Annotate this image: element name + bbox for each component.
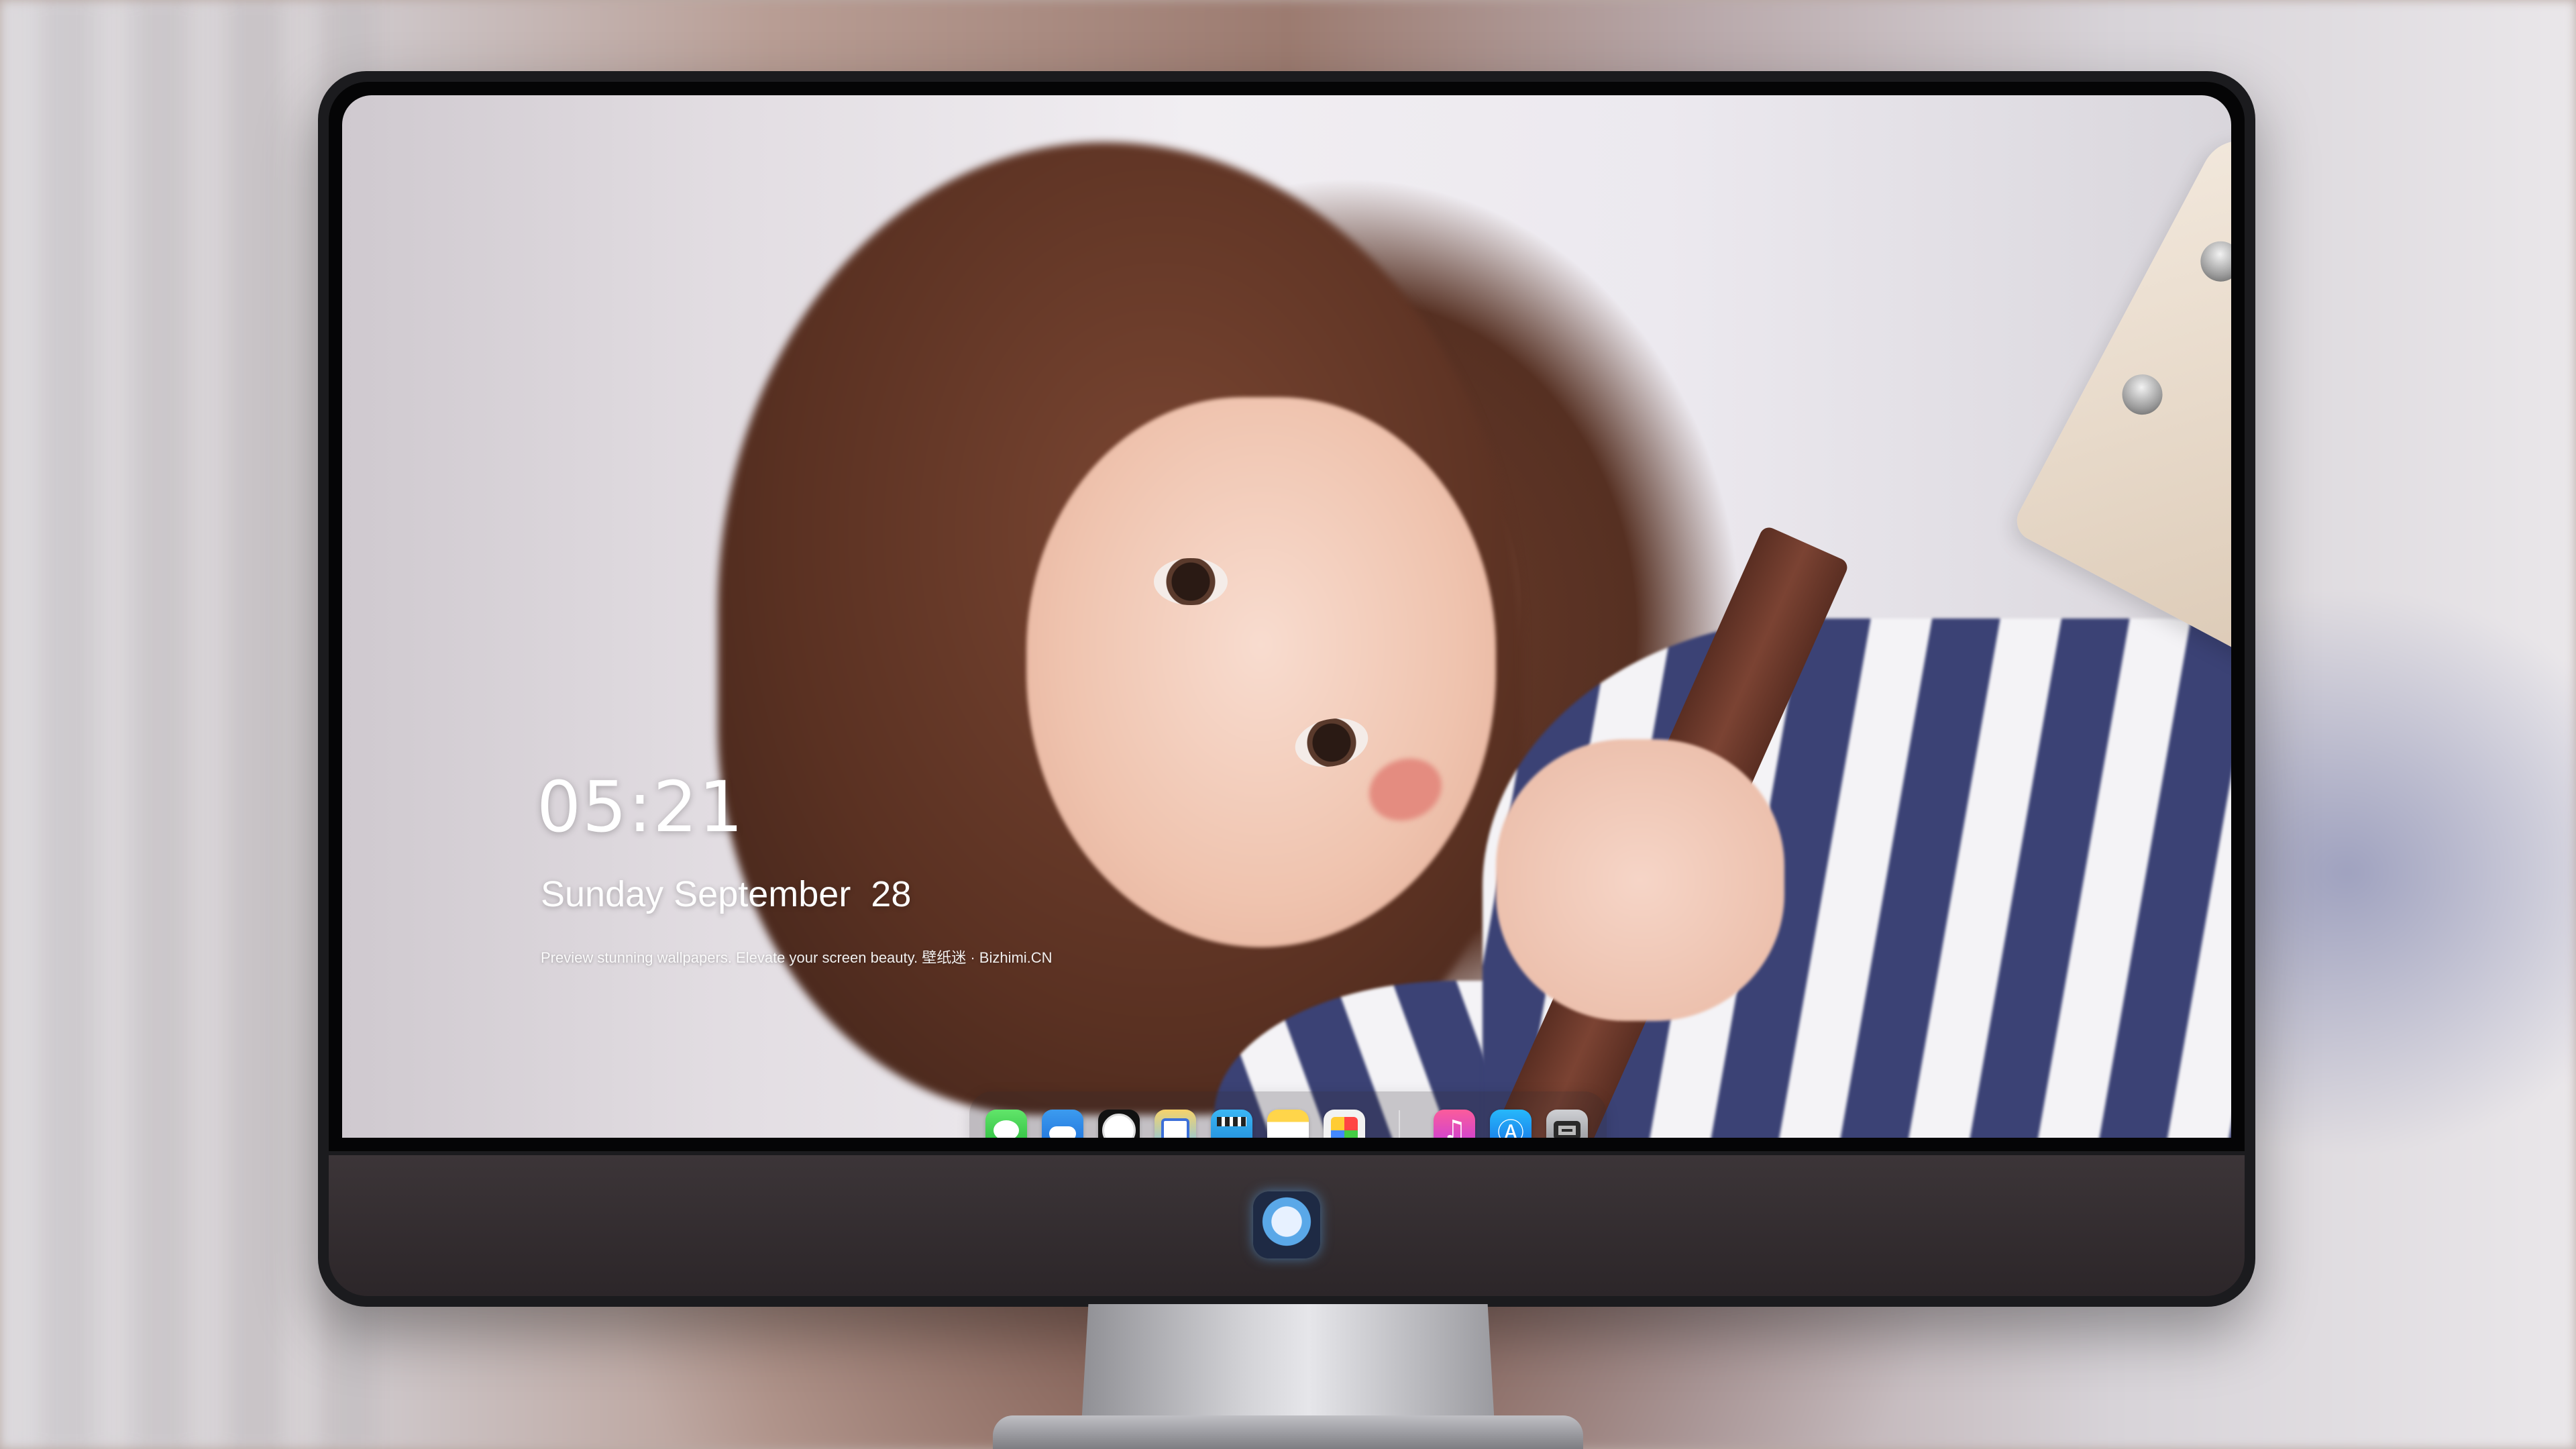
- camera-icon[interactable]: [1546, 1110, 1588, 1138]
- messages-icon[interactable]: [985, 1110, 1027, 1138]
- wallpaper-hand: [1496, 739, 1784, 1021]
- lock-screen[interactable]: 05:21 Sunday September 28 Preview stunni…: [342, 95, 2231, 1138]
- weather-icon[interactable]: [1042, 1110, 1083, 1138]
- wallpaper-tagline: Preview stunning wallpapers. Elevate you…: [541, 949, 1053, 966]
- lock-screen-date: Sunday September 28: [541, 874, 912, 914]
- tuning-peg: [2114, 367, 2170, 422]
- tuning-peg: [2193, 234, 2231, 289]
- app-store-icon[interactable]: Ⓐ: [1490, 1110, 1532, 1138]
- clapperboard-icon[interactable]: [1211, 1110, 1252, 1138]
- notes-icon[interactable]: [1267, 1110, 1309, 1138]
- music-note-icon[interactable]: ♫: [1434, 1110, 1475, 1138]
- brand-logo-icon: [1253, 1191, 1320, 1258]
- monitor-bezel: 05:21 Sunday September 28 Preview stunni…: [329, 82, 2245, 1151]
- monitor-chin: [329, 1155, 2245, 1296]
- wallpaper-ukulele-headstock: [2010, 126, 2231, 668]
- photos-icon[interactable]: [1324, 1110, 1365, 1138]
- wallpaper-eye-left: [1154, 558, 1228, 605]
- dock: ♫ Ⓐ: [969, 1091, 1607, 1138]
- wallpaper-face: [1026, 397, 1496, 947]
- preview-icon[interactable]: [1155, 1110, 1196, 1138]
- dock-separator: [1399, 1110, 1400, 1138]
- lock-screen-clock: 05:21: [537, 766, 745, 848]
- monitor-stand-base: [993, 1415, 1583, 1449]
- monitor: 05:21 Sunday September 28 Preview stunni…: [318, 71, 2255, 1307]
- clock-icon[interactable]: [1098, 1110, 1140, 1138]
